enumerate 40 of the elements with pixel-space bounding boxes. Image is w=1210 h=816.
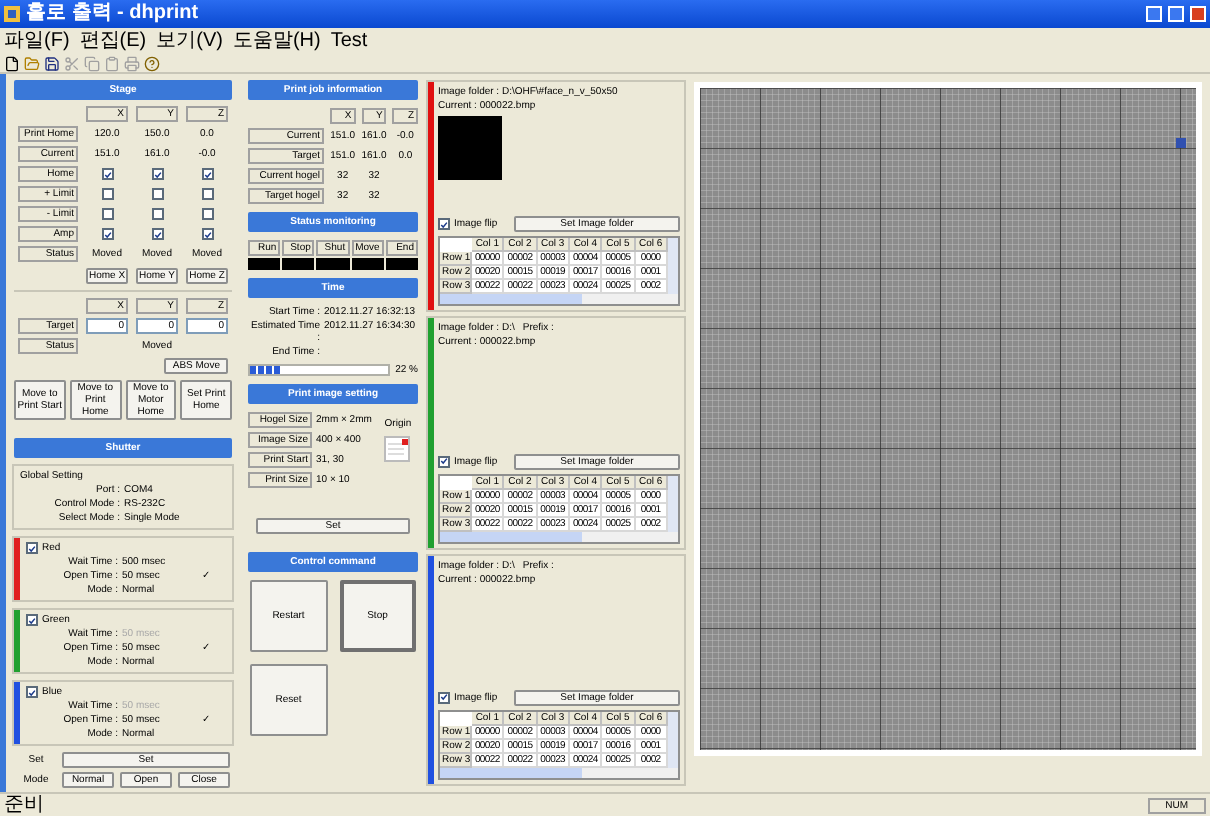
checkbox[interactable] bbox=[201, 208, 213, 220]
menu-item[interactable]: Test bbox=[330, 29, 368, 53]
checkbox[interactable] bbox=[201, 228, 213, 240]
checkbox[interactable] bbox=[101, 208, 113, 220]
help-icon[interactable] bbox=[144, 55, 160, 71]
vertical-scrollbar[interactable] bbox=[668, 475, 678, 532]
save-icon[interactable] bbox=[44, 55, 60, 71]
checkbox[interactable] bbox=[201, 188, 213, 200]
app-icon bbox=[4, 6, 20, 22]
menu-item[interactable]: 편집(E) bbox=[79, 29, 147, 53]
checkbox[interactable] bbox=[101, 228, 113, 240]
window-title: 홀로 출력 - dhprint bbox=[26, 2, 199, 26]
vertical-scrollbar[interactable] bbox=[668, 711, 678, 768]
checkbox[interactable] bbox=[438, 455, 450, 468]
horizontal-scrollbar[interactable] bbox=[440, 767, 678, 778]
checkbox[interactable] bbox=[151, 208, 163, 220]
new-file-icon[interactable] bbox=[4, 55, 20, 71]
checkbox[interactable] bbox=[26, 686, 38, 698]
horizontal-scrollbar[interactable] bbox=[440, 294, 678, 305]
checkbox[interactable] bbox=[101, 168, 113, 180]
origin-icon bbox=[384, 436, 411, 462]
menu-item[interactable]: 보기(V) bbox=[156, 29, 223, 53]
checkbox[interactable] bbox=[151, 228, 163, 240]
vertical-scrollbar[interactable] bbox=[668, 238, 678, 295]
checkbox[interactable] bbox=[438, 218, 450, 231]
checkbox[interactable] bbox=[438, 691, 450, 704]
checkbox[interactable] bbox=[151, 188, 163, 200]
horizontal-scrollbar[interactable] bbox=[440, 531, 678, 542]
menu-item[interactable]: 파일(F) bbox=[4, 29, 70, 53]
checkbox[interactable] bbox=[26, 614, 38, 626]
minimize-icon[interactable] bbox=[1146, 6, 1162, 22]
maximize-icon[interactable] bbox=[1168, 6, 1184, 22]
checkbox[interactable] bbox=[26, 542, 38, 554]
clipboard-icon[interactable] bbox=[104, 55, 120, 71]
close-icon[interactable] bbox=[1190, 6, 1206, 22]
checkbox[interactable] bbox=[201, 168, 213, 180]
checkbox[interactable] bbox=[151, 168, 163, 180]
menu-item[interactable]: 도움말(H) bbox=[232, 29, 321, 53]
status-text: 준비 bbox=[4, 794, 44, 816]
checkbox[interactable] bbox=[101, 188, 113, 200]
